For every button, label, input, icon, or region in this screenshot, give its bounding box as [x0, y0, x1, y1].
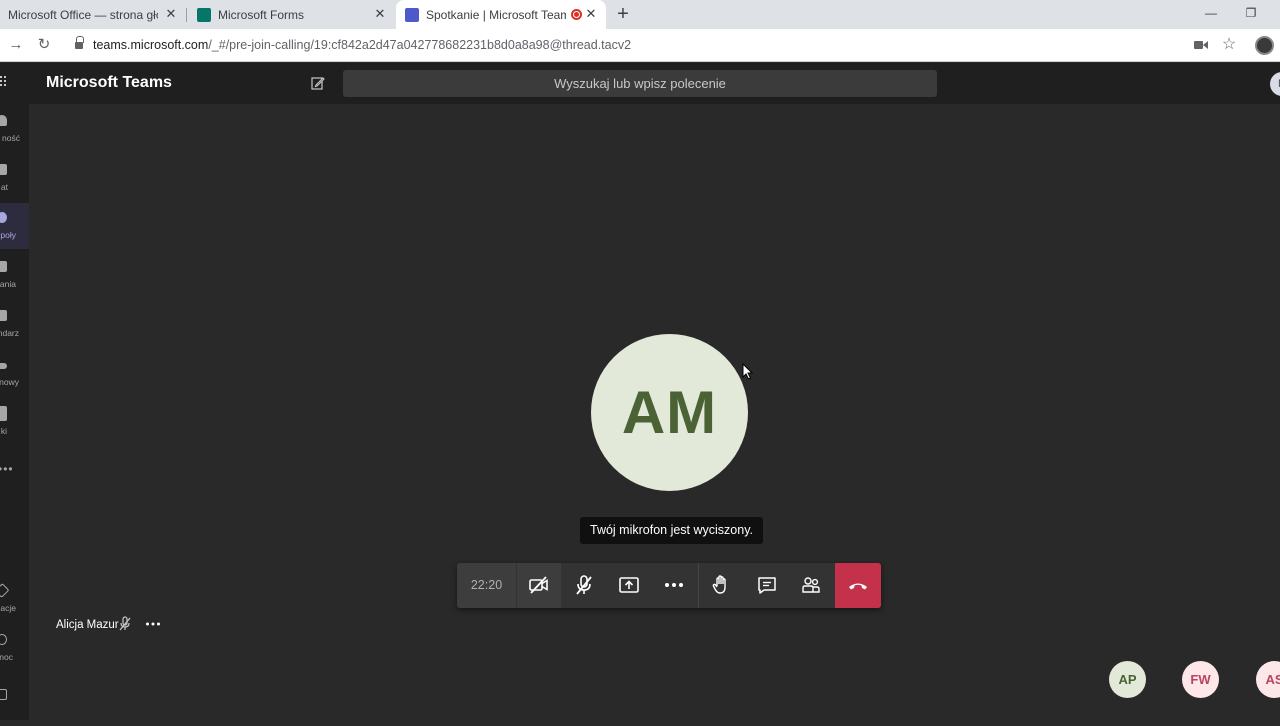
- rail-item-teams[interactable]: poły: [0, 203, 29, 249]
- mic-off-icon: [119, 616, 131, 631]
- teams-icon: [0, 212, 7, 223]
- participant-avatar-ap[interactable]: AP: [1109, 661, 1146, 698]
- rail-item-label: nowy: [0, 377, 19, 387]
- assignments-icon: [0, 261, 7, 272]
- tab-office[interactable]: Microsoft Office — strona główna ✕: [0, 0, 186, 29]
- feedback-icon: [0, 689, 7, 700]
- address-bar: → ↻ teams.microsoft.com/_#/pre-join-call…: [0, 29, 1280, 62]
- url-host: teams.microsoft.com: [93, 38, 209, 52]
- rail-item-files[interactable]: ki: [0, 399, 29, 445]
- more-apps-icon[interactable]: •••: [0, 462, 14, 476]
- mic-off-button[interactable]: [562, 563, 606, 608]
- profile-avatar[interactable]: [1255, 36, 1274, 55]
- call-timer: 22:20: [457, 563, 516, 608]
- forms-favicon-icon: [197, 7, 211, 22]
- chat-icon: [758, 577, 776, 594]
- mic-muted-tooltip: Twój mikrofon jest wyciszony.: [580, 517, 764, 544]
- share-screen-icon: [619, 577, 639, 593]
- minimize-icon[interactable]: —: [1204, 6, 1218, 20]
- tab-teams-meeting[interactable]: Spotkanie | Microsoft Teams ✕: [396, 0, 606, 29]
- call-controls-bar: 22:20: [457, 563, 881, 608]
- close-icon[interactable]: ✕: [373, 7, 387, 21]
- rail-item-label: ność: [2, 133, 20, 143]
- browser-tab-strip: Microsoft Office — strona główna ✕ Micro…: [0, 0, 1280, 29]
- rail-item-calendar[interactable]: ndarz: [0, 301, 29, 347]
- tab-title: Microsoft Forms: [218, 7, 305, 22]
- rail-item-activity[interactable]: ność: [0, 106, 29, 152]
- rail-item-help[interactable]: noc: [0, 625, 29, 671]
- apps-icon: [0, 583, 10, 598]
- share-button[interactable]: [607, 563, 651, 608]
- people-icon: [802, 577, 820, 593]
- teams-header: Microsoft Teams Wyszukaj lub wpisz polec…: [0, 63, 1280, 104]
- rail-item-label: ndarz: [0, 328, 19, 338]
- ellipsis-icon: [665, 583, 683, 587]
- back-arrow-icon[interactable]: →: [8, 37, 24, 53]
- video-off-icon: [529, 576, 548, 594]
- reload-icon[interactable]: ↻: [36, 37, 52, 53]
- rail-item-label: acje: [0, 603, 16, 613]
- app-title: Microsoft Teams: [46, 74, 172, 91]
- camera-icon[interactable]: [1194, 40, 1208, 50]
- teams-favicon-icon: [405, 7, 419, 22]
- participants-button[interactable]: [789, 563, 833, 608]
- chat-button[interactable]: [745, 563, 789, 608]
- rail-item-calls[interactable]: nowy: [0, 350, 29, 396]
- chat-icon: [0, 164, 7, 175]
- participant-avatar: AM: [591, 334, 748, 491]
- hand-icon: [712, 575, 726, 594]
- rail-item-feedback[interactable]: [0, 680, 29, 726]
- help-icon: [0, 634, 7, 645]
- rail-item-chat[interactable]: at: [0, 155, 29, 201]
- rail-item-label: at: [0, 182, 8, 192]
- lock-icon[interactable]: [75, 36, 84, 50]
- tab-title: Spotkanie | Microsoft Teams: [426, 7, 566, 22]
- plus-icon[interactable]: +: [614, 4, 632, 24]
- meeting-stage: AM Twój mikrofon jest wyciszony. 22:20 A…: [29, 104, 1280, 720]
- new-chat-icon[interactable]: [311, 76, 325, 90]
- bell-icon: [0, 115, 7, 126]
- rail-item-label: noc: [0, 652, 13, 662]
- calendar-icon: [0, 310, 7, 321]
- recording-indicator-icon: [571, 9, 582, 20]
- tab-forms[interactable]: Microsoft Forms ✕: [187, 0, 395, 29]
- raise-hand-button[interactable]: [699, 563, 743, 608]
- ellipsis-icon[interactable]: [145, 617, 161, 631]
- rail-item-label: ki: [0, 426, 7, 436]
- self-participant-name: Alicja Mazur: [56, 619, 119, 631]
- app-bar: ność at poły ania ndarz nowy ki ••• acje…: [0, 104, 29, 720]
- search-input[interactable]: Wyszukaj lub wpisz polecenie: [343, 70, 937, 97]
- calls-icon: [0, 363, 7, 369]
- hang-up-icon: [849, 583, 867, 590]
- more-actions-button[interactable]: [652, 563, 696, 608]
- rail-item-label: poły: [0, 230, 16, 240]
- tab-title: Microsoft Office — strona główna: [8, 7, 158, 22]
- url-path: /_#/pre-join-calling/19:cf842a2d47a04277…: [208, 38, 632, 52]
- rail-item-assignments[interactable]: ania: [0, 252, 29, 298]
- close-icon[interactable]: ✕: [584, 7, 598, 21]
- rail-item-label: ania: [0, 279, 16, 289]
- bookmark-star-icon[interactable]: ☆: [1221, 37, 1237, 53]
- mic-off-icon: [576, 575, 592, 595]
- rail-item-apps[interactable]: acje: [0, 576, 29, 622]
- url-field[interactable]: teams.microsoft.com/_#/pre-join-calling/…: [93, 38, 631, 52]
- participant-avatar-fw[interactable]: FW: [1182, 661, 1219, 698]
- hang-up-button[interactable]: [835, 563, 881, 608]
- restore-icon[interactable]: ❐: [1244, 6, 1258, 20]
- mouse-cursor-icon: [742, 363, 754, 380]
- camera-off-button[interactable]: [517, 563, 561, 608]
- app-launcher-icon[interactable]: [0, 76, 10, 90]
- files-icon: [0, 406, 7, 421]
- avatar[interactable]: N: [1270, 72, 1280, 96]
- participant-avatar-as[interactable]: AS: [1256, 661, 1280, 698]
- close-icon[interactable]: ✕: [164, 7, 178, 21]
